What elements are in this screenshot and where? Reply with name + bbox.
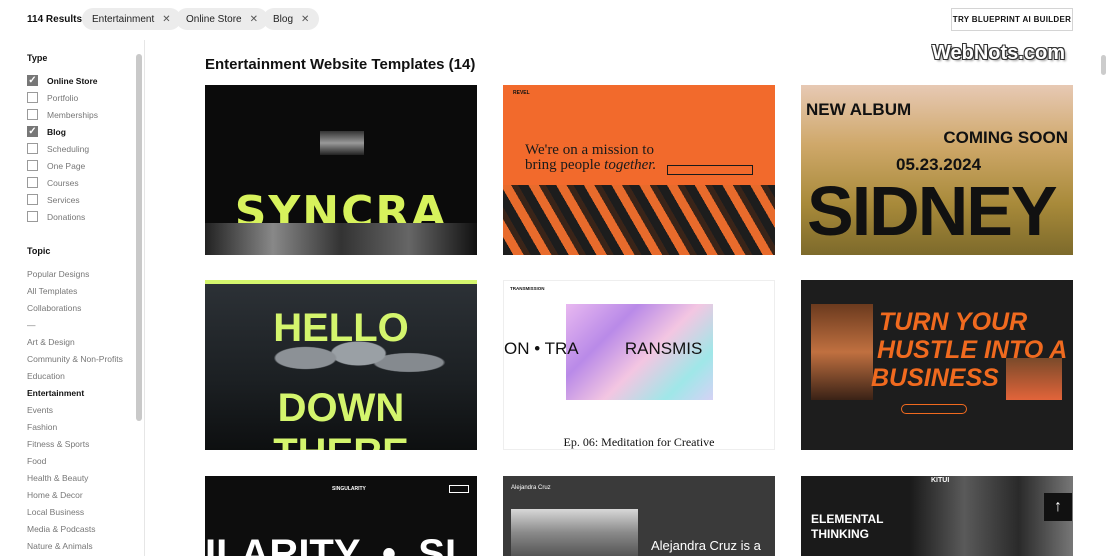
topic-link[interactable]: Fitness & Sports — [27, 439, 89, 449]
filter-chip-online-store[interactable]: Online Store ✕ — [176, 8, 268, 30]
option-label: Scheduling — [47, 143, 90, 154]
chip-label: Entertainment — [92, 13, 155, 25]
checkbox[interactable] — [27, 109, 38, 120]
template-brand: TRANSMISSION — [510, 286, 545, 291]
template-marquee: ILARITY • SI — [205, 532, 457, 556]
sidebar-scrollbar[interactable] — [136, 54, 142, 421]
close-icon[interactable]: ✕ — [250, 14, 258, 25]
checkbox[interactable] — [27, 211, 38, 222]
type-section-title: Type — [27, 53, 48, 63]
filter-chip-entertainment[interactable]: Entertainment ✕ — [82, 8, 181, 30]
topic-link[interactable]: Collaborations — [27, 303, 81, 313]
type-option-blog[interactable]: ✓ Blog — [27, 126, 66, 137]
template-headline: We're on a mission to — [525, 142, 654, 158]
checkbox[interactable] — [27, 143, 38, 154]
template-card-hustle[interactable]: TURN YOUR HUSTLE INTO A BUSINESS — [801, 280, 1073, 450]
topic-link[interactable]: Nature & Animals — [27, 541, 93, 551]
topic-link[interactable]: Events — [27, 405, 53, 415]
template-card-singularity[interactable]: SINGULARITY ILARITY • SI — [205, 476, 477, 556]
type-option-online-store[interactable]: ✓ Online Store — [27, 75, 98, 86]
template-headline: BUSINESS — [871, 364, 999, 392]
filter-bar: 114 Results Entertainment ✕ Online Store… — [0, 0, 1108, 40]
type-option-donations[interactable]: Donations — [27, 211, 85, 222]
type-option-scheduling[interactable]: Scheduling — [27, 143, 89, 154]
type-option-courses[interactable]: Courses — [27, 177, 79, 188]
topic-link[interactable]: Food — [27, 456, 46, 466]
template-text: COMING SOON — [943, 128, 1068, 147]
topic-divider: — — [27, 320, 36, 330]
type-option-memberships[interactable]: Memberships — [27, 109, 98, 120]
option-label: Blog — [47, 126, 66, 137]
topic-link[interactable]: Media & Podcasts — [27, 524, 96, 534]
type-option-one-page[interactable]: One Page — [27, 160, 85, 171]
checkbox-checked[interactable]: ✓ — [27, 126, 38, 137]
topic-link[interactable]: Education — [27, 371, 65, 381]
template-brand: KITUI — [931, 477, 950, 484]
topic-link[interactable]: Art & Design — [27, 337, 75, 347]
results-count: 114 Results — [27, 14, 83, 25]
topic-link[interactable]: Health & Beauty — [27, 473, 88, 483]
template-headline: HELLO — [273, 306, 409, 350]
checkbox[interactable] — [27, 194, 38, 205]
option-label: Donations — [47, 211, 86, 222]
type-option-services[interactable]: Services — [27, 194, 80, 205]
topic-link-active[interactable]: Entertainment — [27, 388, 84, 398]
template-brand: SINGULARITY — [332, 486, 366, 492]
chip-label: Blog — [273, 13, 294, 25]
template-headline: DOWN THERE — [273, 386, 409, 450]
option-label: Courses — [47, 177, 79, 188]
template-card-hello[interactable]: HELLO DOWN THERE — [205, 280, 477, 450]
try-blueprint-button[interactable]: TRY BLUEPRINT AI BUILDER — [951, 8, 1073, 31]
topic-section-title: Topic — [27, 246, 51, 256]
watermark-logo: WebNots.com — [932, 42, 1065, 64]
template-card-transmission[interactable]: TRANSMISSION ON • TRA RANSMIS Ep. 06: Me… — [503, 280, 775, 450]
template-card-kitui[interactable]: KITUI ELEMENTAL THINKING — [801, 476, 1073, 556]
arrow-up-icon[interactable]: ↑ — [1044, 493, 1072, 521]
template-marquee: ON • TRA RANSMIS — [504, 339, 703, 358]
close-icon[interactable]: ✕ — [162, 14, 170, 25]
template-headline: Alejandra Cruz is a — [651, 538, 761, 553]
topic-link[interactable]: Fashion — [27, 422, 57, 432]
template-brand: Alejandra Cruz — [511, 485, 551, 491]
template-headline: THINKING — [811, 527, 869, 541]
topic-link[interactable]: Community & Non-Profits — [27, 354, 123, 364]
option-label: Online Store — [47, 75, 98, 86]
topic-link[interactable]: Popular Designs — [27, 269, 89, 279]
template-brand: REVEL — [513, 90, 530, 96]
checkbox[interactable] — [27, 177, 38, 188]
checkbox[interactable] — [27, 92, 38, 103]
page-title: Entertainment Website Templates (14) — [205, 56, 476, 73]
checkbox[interactable] — [27, 160, 38, 171]
template-headline: HUSTLE INTO A — [877, 336, 1068, 364]
close-icon[interactable]: ✕ — [301, 14, 309, 25]
template-headline: ELEMENTAL — [811, 512, 884, 526]
template-headline-italic: together. — [604, 157, 657, 173]
template-card-sidney[interactable]: NEW ALBUM COMING SOON 05.23.2024 SIDNEY — [801, 85, 1073, 255]
template-wordmark: SIDNEY — [807, 172, 1058, 250]
topic-link[interactable]: All Templates — [27, 286, 77, 296]
type-option-portfolio[interactable]: Portfolio — [27, 92, 78, 103]
template-headline: Ep. 06: Meditation for Creative — [563, 435, 715, 449]
option-label: Memberships — [47, 109, 99, 120]
template-card-revel[interactable]: REVEL We're on a mission to bring people… — [503, 85, 775, 255]
page-scrollbar[interactable] — [1101, 55, 1106, 75]
option-label: Portfolio — [47, 92, 79, 103]
template-headline: TURN YOUR — [879, 308, 1028, 336]
checkbox-checked[interactable]: ✓ — [27, 75, 38, 86]
template-card-syncra[interactable]: SYNCRA — [205, 85, 477, 255]
filter-chip-blog[interactable]: Blog ✕ — [263, 8, 320, 30]
topic-link[interactable]: Local Business — [27, 507, 84, 517]
chip-label: Online Store — [186, 13, 242, 25]
topic-link[interactable]: Home & Decor — [27, 490, 83, 500]
template-text: NEW ALBUM — [806, 100, 912, 119]
template-card-alejandra[interactable]: Alejandra Cruz Alejandra Cruz is a — [503, 476, 775, 556]
option-label: Services — [47, 194, 80, 205]
option-label: One Page — [47, 160, 86, 171]
template-headline: bring people — [525, 157, 605, 173]
